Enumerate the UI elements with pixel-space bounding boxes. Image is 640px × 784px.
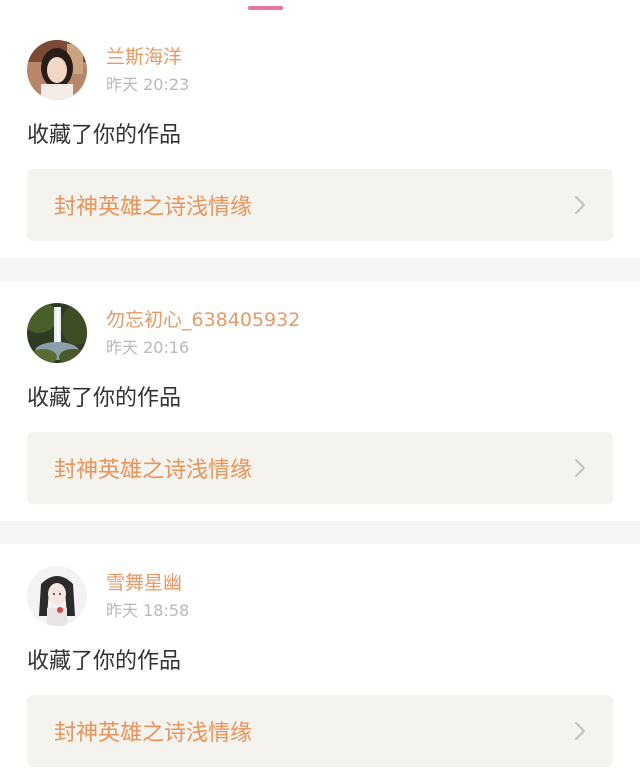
avatar[interactable] <box>27 566 87 626</box>
work-title: 封神英雄之诗浅情缘 <box>54 195 253 220</box>
user-info: 雪舞星幽 昨天 18:58 <box>106 570 189 622</box>
user-row: 兰斯海洋 昨天 20:23 <box>27 40 189 100</box>
avatar-waterfall-photo-icon <box>27 303 87 363</box>
notification-card: 兰斯海洋 昨天 20:23 收藏了你的作品 封神英雄之诗浅情缘 <box>0 18 640 258</box>
avatar-portrait-photo-icon <box>27 40 87 100</box>
user-row: 雪舞星幽 昨天 18:58 <box>27 566 189 626</box>
active-tab-indicator <box>248 6 283 10</box>
action-text: 收藏了你的作品 <box>27 123 182 148</box>
work-link[interactable]: 封神英雄之诗浅情缘 <box>27 169 613 241</box>
avatar[interactable] <box>27 40 87 100</box>
avatar[interactable] <box>27 303 87 363</box>
work-title: 封神英雄之诗浅情缘 <box>54 721 253 746</box>
user-info: 兰斯海洋 昨天 20:23 <box>106 44 189 96</box>
chevron-right-icon <box>574 458 586 478</box>
chevron-right-icon <box>574 721 586 741</box>
chevron-right-icon <box>574 195 586 215</box>
timestamp: 昨天 20:16 <box>106 338 190 357</box>
card-separator <box>0 258 640 281</box>
avatar-illustration-girl-icon <box>27 566 87 626</box>
notification-feed: 兰斯海洋 昨天 20:23 收藏了你的作品 封神英雄之诗浅情缘 勿忘初心_638… <box>0 18 640 784</box>
action-text: 收藏了你的作品 <box>27 649 182 674</box>
notification-card: 勿忘初心_638405932 昨天 20:16 收藏了你的作品 封神英雄之诗浅情… <box>0 281 640 521</box>
username[interactable]: 雪舞星幽 <box>106 570 189 596</box>
username[interactable]: 兰斯海洋 <box>106 44 189 70</box>
action-text: 收藏了你的作品 <box>27 386 182 411</box>
timestamp: 昨天 18:58 <box>106 601 190 620</box>
user-row: 勿忘初心_638405932 昨天 20:16 <box>27 303 300 363</box>
card-separator <box>0 521 640 544</box>
work-title: 封神英雄之诗浅情缘 <box>54 458 253 483</box>
work-link[interactable]: 封神英雄之诗浅情缘 <box>27 432 613 504</box>
notification-card: 雪舞星幽 昨天 18:58 收藏了你的作品 封神英雄之诗浅情缘 <box>0 544 640 784</box>
user-info: 勿忘初心_638405932 昨天 20:16 <box>106 307 300 359</box>
work-link[interactable]: 封神英雄之诗浅情缘 <box>27 695 613 767</box>
username[interactable]: 勿忘初心_638405932 <box>106 307 300 333</box>
timestamp: 昨天 20:23 <box>106 75 190 94</box>
